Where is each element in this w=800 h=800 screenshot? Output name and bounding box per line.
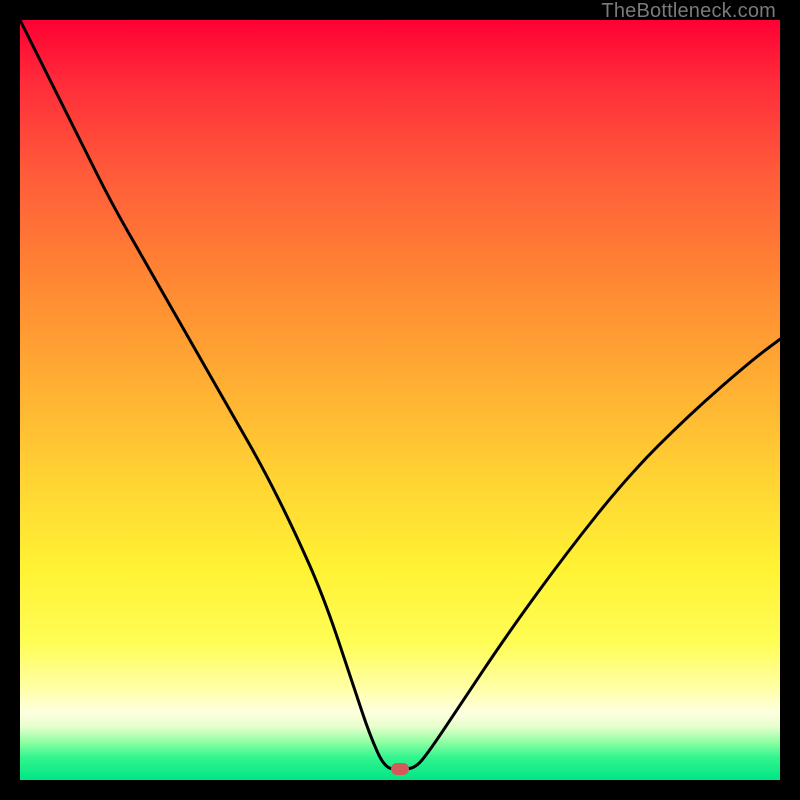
curve-svg (20, 20, 780, 780)
bottleneck-curve (20, 20, 780, 769)
plot-area (20, 20, 780, 780)
chart-frame: TheBottleneck.com (0, 0, 800, 800)
optimal-point-marker (391, 763, 409, 775)
